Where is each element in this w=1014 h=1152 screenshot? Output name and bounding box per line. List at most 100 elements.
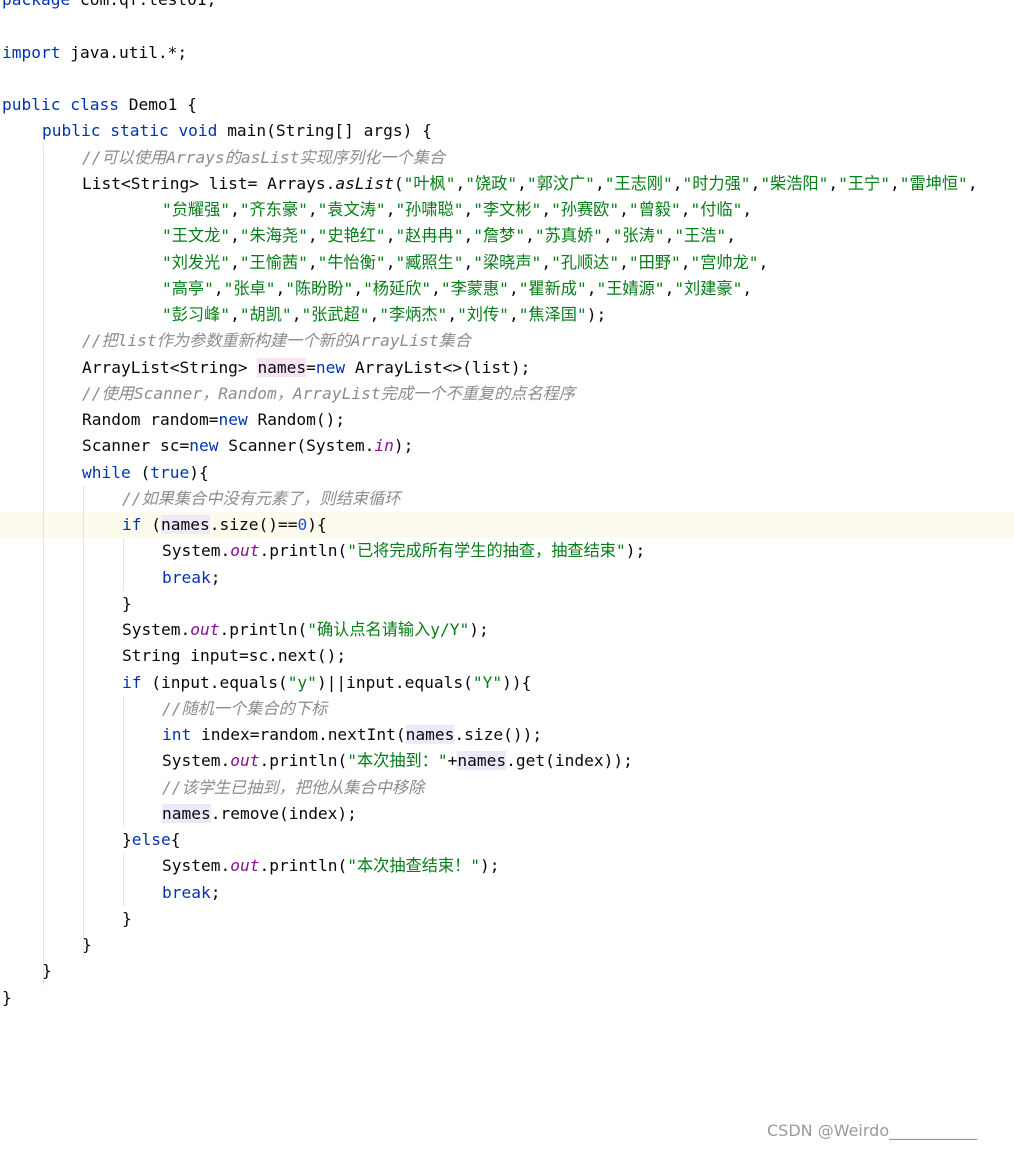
code-line[interactable]: System.out.println("已将完成所有学生的抽查，抽查结束"); (0, 538, 1014, 564)
code-token: String input=sc.next(); (122, 646, 347, 666)
string-literal: "瞿新成" (518, 278, 587, 298)
string-literal: "袁文涛" (317, 200, 386, 219)
highlighted-identifier: names (161, 515, 210, 534)
code-text: "彭习峰","胡凯","张武超","李炳杰","刘传","焦泽国"); (162, 302, 606, 328)
keyword-token: else (131, 830, 171, 849)
code-line-current[interactable]: if (names.size()==0){ (0, 512, 1014, 538)
code-token: , (463, 252, 474, 272)
code-token: } (122, 593, 132, 613)
code-line[interactable]: //可以使用Arrays的asList实现序列化一个集合 (0, 145, 1014, 171)
code-line[interactable]: } (0, 906, 1014, 932)
code-token: ; (210, 882, 221, 902)
string-literal: "齐东豪" (239, 200, 308, 219)
string-literal: "确认点名请输入y/Y" (307, 620, 470, 639)
static-field-token: out (230, 541, 260, 561)
keyword-token: if (122, 672, 142, 692)
code-token: , (463, 200, 474, 219)
string-literal: "王志刚" (604, 173, 673, 193)
code-line[interactable] (0, 66, 1014, 92)
code-line[interactable]: //该学生已抽到，把他从集合中移除 (0, 775, 1014, 801)
code-line[interactable]: if (input.equals("y")||input.equals("Y")… (0, 670, 1014, 696)
string-literal: "田野" (628, 252, 681, 272)
code-line[interactable]: "刘发光","王愉茜","牛怡衡","臧照生","梁晓声","孔顺达","田野"… (0, 250, 1014, 276)
code-line[interactable]: System.out.println("本次抽查结束！"); (0, 853, 1014, 879)
code-line[interactable]: package com.qf.test01; (0, 0, 1014, 13)
string-literal: "张涛" (612, 226, 665, 246)
code-line[interactable]: } (0, 985, 1014, 1011)
keyword-token: package (2, 0, 70, 9)
code-line[interactable]: Scanner sc=new Scanner(System.in); (0, 433, 1014, 459)
code-text: String input=sc.next(); (122, 643, 346, 669)
code-line[interactable]: int index=random.nextInt(names.size()); (0, 722, 1014, 748)
code-token: , (447, 305, 458, 324)
code-token: , (828, 173, 839, 193)
code-token: , (619, 252, 629, 272)
code-line[interactable]: //把list作为参数重新构建一个新的ArrayList集合 (0, 328, 1014, 354)
code-line[interactable]: "高亭","张卓","陈盼盼","杨延欣","李蒙惠","瞿新成","王婧源",… (0, 276, 1014, 302)
code-line[interactable]: break; (0, 880, 1014, 906)
string-literal: "梁晓声" (473, 252, 542, 272)
string-literal: "孙赛欧" (551, 200, 620, 219)
code-line[interactable]: System.out.println("确认点名请输入y/Y"); (0, 617, 1014, 643)
indent-guide (123, 538, 124, 591)
code-token: Random(); (247, 410, 346, 429)
code-token: } (122, 830, 132, 849)
code-line[interactable]: Random random=new Random(); (0, 407, 1014, 433)
code-line[interactable]: "王文龙","朱海尧","史艳红","赵冉冉","詹梦","苏真娇","张涛",… (0, 223, 1014, 249)
string-literal: "王宁" (838, 173, 890, 193)
code-line[interactable]: while (true){ (0, 460, 1014, 486)
code-token: , (758, 252, 769, 272)
code-line[interactable]: } (0, 958, 1014, 984)
keyword-token: new (218, 410, 248, 429)
code-line[interactable]: public static void main(String[] args) { (0, 118, 1014, 144)
code-editor[interactable]: package com.qf.test01; import java.util.*… (0, 0, 1014, 1152)
code-text: Random random=new Random(); (82, 407, 345, 433)
code-line[interactable]: names.remove(index); (0, 801, 1014, 827)
code-line[interactable]: System.out.println("本次抽到："+names.get(ind… (0, 748, 1014, 774)
code-token: , (967, 173, 978, 193)
code-text: if (input.equals("y")||input.equals("Y")… (122, 670, 531, 696)
code-token: .println( (259, 856, 348, 876)
code-line[interactable]: //随机一个集合的下标 (0, 696, 1014, 722)
code-line[interactable]: break; (0, 565, 1014, 591)
string-literal: "王浩" (674, 226, 727, 246)
string-literal: "Y" (472, 672, 503, 692)
code-line[interactable]: }else{ (0, 827, 1014, 853)
code-token: .get(index)); (506, 751, 633, 771)
code-token: , (213, 278, 224, 298)
code-line[interactable]: "贠耀强","齐东豪","袁文涛","孙啸聪","李文彬","孙赛欧","曾毅"… (0, 197, 1014, 223)
code-token: List<String> list= Arrays. (82, 173, 336, 193)
code-line[interactable]: } (0, 932, 1014, 958)
code-line[interactable]: List<String> list= Arrays.asList("叶枫","饶… (0, 171, 1014, 197)
code-line[interactable]: //如果集合中没有元素了，则结束循环 (0, 486, 1014, 512)
indent-guide (43, 144, 44, 985)
code-token: System. (122, 620, 191, 639)
code-token: , (463, 226, 474, 246)
code-text: //随机一个集合的下标 (162, 696, 327, 722)
string-literal: "贠耀强" (162, 200, 231, 219)
code-text: int index=random.nextInt(names.size()); (162, 722, 542, 748)
code-line[interactable]: } (0, 591, 1014, 617)
string-literal: "胡凯" (239, 305, 292, 324)
code-token: } (2, 987, 12, 1007)
string-literal: "张卓" (223, 278, 276, 298)
code-token: ); (480, 856, 500, 876)
code-text: "贠耀强","齐东豪","袁文涛","孙啸聪","李文彬","孙赛欧","曾毅"… (162, 197, 752, 223)
code-token: , (230, 200, 240, 219)
keyword-token: if (122, 515, 142, 534)
code-line[interactable]: ArrayList<String> names=new ArrayList<>(… (0, 355, 1014, 381)
code-line[interactable]: public class Demo1 { (0, 92, 1014, 118)
code-line[interactable]: String input=sc.next(); (0, 643, 1014, 669)
code-token: , (353, 278, 364, 298)
code-comment: //该学生已抽到，把他从集合中移除 (162, 777, 425, 797)
code-token: , (230, 226, 240, 246)
code-line[interactable]: "彭习峰","胡凯","张武超","李炳杰","刘传","焦泽国"); (0, 302, 1014, 328)
code-line[interactable] (0, 13, 1014, 39)
code-token: System. (162, 541, 231, 561)
code-token: ){ (307, 515, 327, 534)
code-token: , (664, 226, 675, 246)
string-literal: "李炳杰" (379, 305, 448, 324)
string-literal: "彭习峰" (162, 305, 231, 324)
code-line[interactable]: //使用Scanner，Random，ArrayList完成一个不重复的点名程序 (0, 381, 1014, 407)
code-line[interactable]: import java.util.*; (0, 40, 1014, 66)
